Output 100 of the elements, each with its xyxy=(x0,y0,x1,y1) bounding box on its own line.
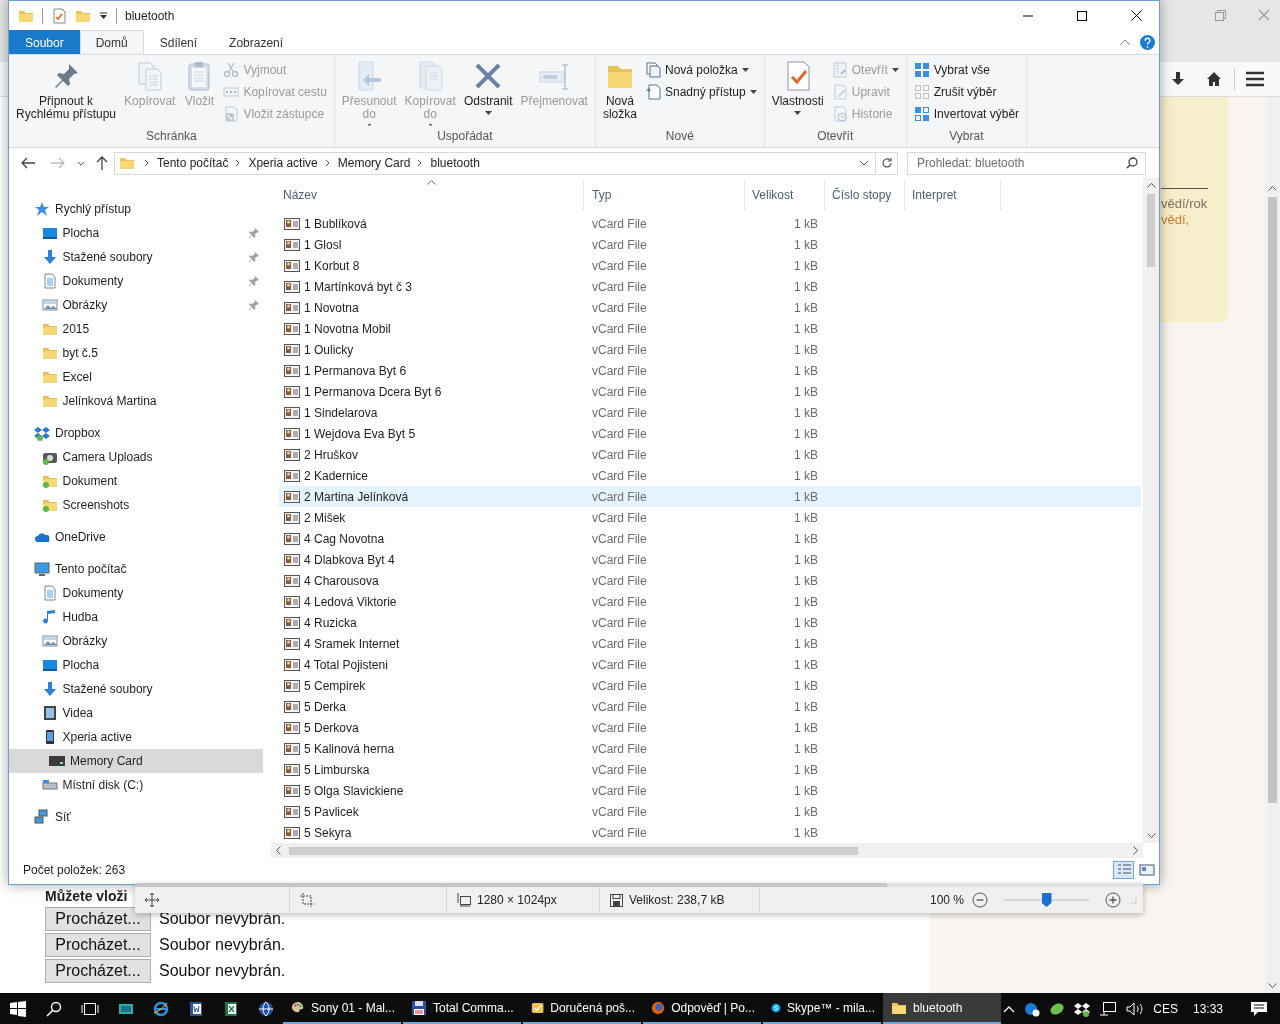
scrollbar[interactable] xyxy=(1265,97,1280,993)
nav-item[interactable]: Hudba xyxy=(9,605,263,629)
taskbar-button[interactable]: Doručená poš... xyxy=(523,993,641,1024)
file-row[interactable]: 4 Sramek Internet vCard File 1 kB xyxy=(279,633,1141,654)
zoom-slider[interactable] xyxy=(1004,893,1089,907)
scrollbar[interactable] xyxy=(1143,178,1159,843)
file-row[interactable]: 4 Ledová Viktorie vCard File 1 kB xyxy=(279,591,1141,612)
chevron-down-icon[interactable] xyxy=(1146,833,1156,839)
resize-grip-icon[interactable] xyxy=(1129,896,1137,904)
invert-selection-button[interactable]: Invertovat výběr xyxy=(910,103,1023,125)
address-bar[interactable]: Tento počítač Xperia active Memory Card bluetooth xyxy=(114,151,898,175)
file-row[interactable]: 5 Limburska vCard File 1 kB xyxy=(279,759,1141,780)
file-row[interactable]: 5 Olga Slavickiene vCard File 1 kB xyxy=(279,780,1141,801)
file-row[interactable]: 5 Kalinová herna vCard File 1 kB xyxy=(279,738,1141,759)
file-row[interactable]: 1 Sindelarova vCard File 1 kB xyxy=(279,402,1141,423)
nav-item[interactable]: Stažené soubory xyxy=(9,677,263,701)
maximize-icon[interactable] xyxy=(1077,10,1087,21)
nav-item[interactable]: Dokumenty xyxy=(9,581,263,605)
properties-button[interactable]: Vlastnosti xyxy=(768,58,827,128)
nav-item[interactable]: Rychlý přístup xyxy=(9,197,263,221)
slider-thumb[interactable] xyxy=(1041,893,1052,907)
breadcrumb[interactable]: Xperia active xyxy=(244,156,322,170)
dropdown-icon[interactable] xyxy=(859,158,869,168)
zoom-out-icon[interactable] xyxy=(972,892,988,908)
taskbar-button[interactable]: bluetooth xyxy=(883,993,1001,1024)
taskbar-button[interactable]: Total Comma... xyxy=(403,993,521,1024)
column-header[interactable]: Typ xyxy=(584,180,745,210)
taskbar-button[interactable]: Sony 01 - Mal... xyxy=(283,993,401,1024)
delete-button[interactable]: Odstranit xyxy=(460,58,516,128)
nav-item[interactable]: Screenshots xyxy=(9,493,263,517)
search-icon[interactable] xyxy=(46,1000,62,1017)
nav-item[interactable]: Plocha xyxy=(9,653,263,677)
nav-item[interactable]: Stažené soubory xyxy=(9,245,263,269)
select-none-button[interactable]: Zrušit výběr xyxy=(910,81,1023,103)
language-indicator[interactable]: CES xyxy=(1153,1001,1178,1016)
file-row[interactable]: 2 Mišek vCard File 1 kB xyxy=(279,507,1141,528)
menu-icon[interactable] xyxy=(1245,71,1265,87)
breadcrumb[interactable]: bluetooth xyxy=(426,156,484,170)
nav-item[interactable]: Dokumenty xyxy=(9,269,263,293)
browse-button[interactable]: Procházet... xyxy=(45,907,151,931)
column-header[interactable]: Velikost xyxy=(745,180,825,210)
breadcrumb[interactable]: Memory Card xyxy=(333,156,415,170)
select-all-button[interactable]: Vybrat vše xyxy=(910,59,1023,81)
file-row[interactable]: 2 Kadernice vCard File 1 kB xyxy=(279,465,1141,486)
up-icon[interactable] xyxy=(94,155,110,171)
column-header[interactable]: Číslo stopy xyxy=(825,180,905,210)
zoom-in-icon[interactable] xyxy=(1105,892,1121,908)
ribbon-tab[interactable]: Domů xyxy=(79,30,144,54)
nav-item[interactable]: 2015 xyxy=(9,317,263,341)
volume-icon[interactable] xyxy=(1126,1000,1145,1017)
leaf-icon[interactable] xyxy=(1049,1000,1066,1017)
close-icon[interactable] xyxy=(1130,10,1142,21)
document-app-icon[interactable] xyxy=(187,1000,204,1017)
file-row[interactable]: 5 Pavlicek vCard File 1 kB xyxy=(279,801,1141,822)
file-row[interactable]: 5 Sekyra vCard File 1 kB xyxy=(279,822,1141,843)
nav-item[interactable]: OneDrive xyxy=(9,525,263,549)
new-item-button[interactable]: Nová položka xyxy=(641,59,760,81)
file-row[interactable]: 1 Wejdova Eva Byt 5 vCard File 1 kB xyxy=(279,423,1141,444)
scrollbar-thumb[interactable] xyxy=(1268,197,1277,803)
scrollbar-thumb[interactable] xyxy=(1147,194,1155,267)
dropbox-icon[interactable] xyxy=(1074,1000,1091,1017)
file-row[interactable]: 1 Permanova Byt 6 vCard File 1 kB xyxy=(279,360,1141,381)
browse-button[interactable]: Procházet... xyxy=(45,933,151,957)
browser-icon[interactable] xyxy=(152,1000,169,1017)
network-icon[interactable] xyxy=(1099,1000,1118,1017)
nav-item[interactable]: Dokument xyxy=(9,469,263,493)
file-row[interactable]: 4 Cag Novotna vCard File 1 kB xyxy=(279,528,1141,549)
file-row[interactable]: 4 Charousova vCard File 1 kB xyxy=(279,570,1141,591)
easy-access-button[interactable]: Snadný přístup xyxy=(641,81,760,103)
shield-icon[interactable] xyxy=(1024,1000,1041,1017)
pin-button[interactable]: Připnout k Rychlému přístupu xyxy=(13,58,120,128)
file-row[interactable]: 1 Novotna Mobil vCard File 1 kB xyxy=(279,318,1141,339)
file-row[interactable]: 4 Ruzicka vCard File 1 kB xyxy=(279,612,1141,633)
file-row[interactable]: 5 Cempirek vCard File 1 kB xyxy=(279,675,1141,696)
nav-item[interactable]: Excel xyxy=(9,365,263,389)
nav-item[interactable]: Místní disk (C:) xyxy=(9,773,263,797)
globe-icon[interactable] xyxy=(257,1000,274,1017)
chevron-up-icon[interactable] xyxy=(1268,185,1277,191)
file-row[interactable]: 4 Total Pojisteni vCard File 1 kB xyxy=(279,654,1141,675)
nav-item[interactable]: Tento počítač xyxy=(9,557,263,581)
properties-icon[interactable] xyxy=(51,7,67,24)
nav-item[interactable]: Plocha xyxy=(9,221,263,245)
file-row[interactable]: 1 Oulicky vCard File 1 kB xyxy=(279,339,1141,360)
move-icon[interactable] xyxy=(145,893,159,907)
nav-item[interactable]: Obrázky xyxy=(9,629,263,653)
chevron-up-icon[interactable] xyxy=(1146,182,1156,188)
ribbon-tab[interactable]: Sdílení xyxy=(143,30,214,54)
file-row[interactable]: 2 Martina Jelínková vCard File 1 kB xyxy=(279,486,1141,507)
taskbar-button[interactable]: Odpověď | Po... xyxy=(643,993,761,1024)
download-icon[interactable] xyxy=(1170,71,1186,87)
file-row[interactable]: 5 Derkova vCard File 1 kB xyxy=(279,717,1141,738)
file-row[interactable]: 1 Permanova Dcera Byt 6 vCard File 1 kB xyxy=(279,381,1141,402)
nav-item[interactable]: Síť xyxy=(9,805,263,829)
nav-item[interactable]: Memory Card xyxy=(9,749,263,773)
nav-item[interactable]: Camera Uploads xyxy=(9,445,263,469)
nav-item[interactable]: Xperia active xyxy=(9,725,263,749)
taskbar-button[interactable]: Skype™ - mila... xyxy=(763,993,881,1024)
chevron-right-icon[interactable] xyxy=(1133,846,1139,855)
scrollbar[interactable] xyxy=(271,843,1143,858)
search-field[interactable]: Prohledat: bluetooth xyxy=(907,151,1146,175)
